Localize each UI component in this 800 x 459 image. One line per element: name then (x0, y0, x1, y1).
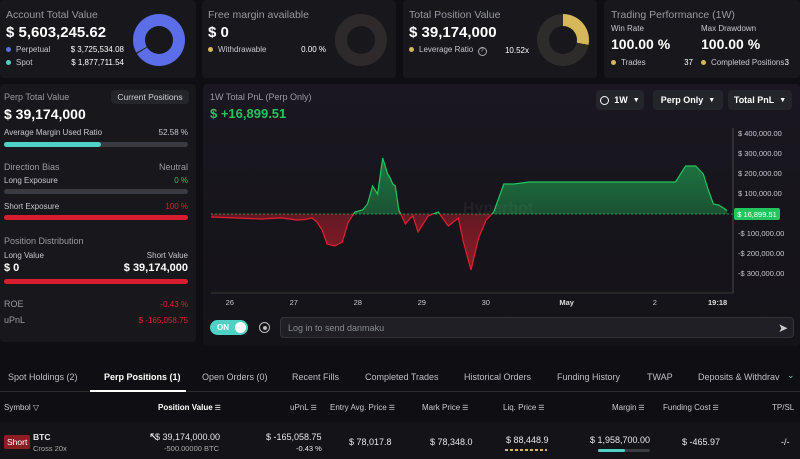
y-tick-label: -$ 300,000.00 (738, 269, 785, 278)
y-tick-label: $ 200,000.00 (738, 169, 782, 178)
sort-icon[interactable]: ☰ (309, 405, 317, 412)
danmaku-input[interactable]: Log in to send danmaku ➤ (280, 317, 794, 338)
sort-icon[interactable]: ☰ (387, 405, 395, 412)
mark-price-cell: $ 78,348.0 (430, 437, 473, 447)
header-label: Symbol (4, 403, 31, 412)
entry-price-cell: $ 78,017.8 (349, 437, 392, 447)
tab-historical-orders[interactable]: Historical Orders (464, 372, 531, 382)
upnl-pct-cell: -0.43 % (296, 444, 322, 453)
funding-cost-cell: $ -465.97 (682, 437, 721, 447)
tab-twap[interactable]: TWAP (647, 372, 673, 382)
position-size-cell: -500.00000 BTC (164, 444, 220, 453)
table-row[interactable]: Short BTC Cross 20x $ 39,174,000.00 -500… (0, 422, 800, 459)
tab-recent-fills[interactable]: Recent Fills (292, 372, 339, 382)
liq-distance-bar (505, 449, 547, 451)
tabs-expand-icon[interactable]: ⌄ (787, 370, 795, 381)
header-label: Liq. Price (503, 403, 537, 412)
margin-ratio-bar (598, 449, 650, 452)
header-label: Funding Cost (663, 403, 711, 412)
header-label: Entry Avg. Price (330, 403, 387, 412)
upnl-cell: $ -165,058.75 (266, 432, 322, 442)
header-label: Mark Price (422, 403, 461, 412)
mouse-cursor-icon: ↖ (149, 431, 159, 443)
side-badge: Short (4, 435, 31, 449)
danmaku-toggle[interactable]: ON (210, 320, 248, 335)
pnl-chart (210, 128, 734, 294)
send-icon[interactable]: ➤ (778, 321, 788, 335)
sort-icon[interactable]: ☰ (536, 405, 544, 412)
danmaku-placeholder: Log in to send danmaku (288, 323, 385, 333)
x-tick-label: 27 (289, 298, 298, 307)
header-mark-price[interactable]: Mark Price ☰ (422, 403, 468, 412)
header-margin[interactable]: Margin ☰ (612, 403, 645, 412)
sort-icon[interactable]: ☰ (636, 405, 644, 412)
x-tick-label: 2 (652, 298, 657, 307)
header-label: TP/SL (772, 403, 795, 412)
y-tick-label: $ 300,000.00 (738, 149, 782, 158)
sort-icon[interactable]: ☰ (213, 405, 221, 412)
sort-icon[interactable]: ☰ (460, 405, 468, 412)
x-tick-label: 30 (481, 298, 490, 307)
toggle-knob (235, 322, 246, 333)
liq-price-cell: $ 88,448.9 (506, 435, 549, 445)
header-entry-avg-price[interactable]: Entry Avg. Price ☰ (330, 403, 395, 412)
x-tick-label: 26 (225, 298, 234, 307)
tab-funding-history[interactable]: Funding History (557, 372, 620, 382)
y-tick-label: -$ 100,000.00 (738, 229, 785, 238)
tab-spot-holdings-2[interactable]: Spot Holdings (2) (8, 372, 78, 382)
symbol-sub: Cross 20x (33, 444, 67, 453)
danmaku-settings-icon[interactable] (259, 322, 270, 333)
tab-completed-trades[interactable]: Completed Trades (365, 372, 439, 382)
pnl-area-negative (211, 214, 727, 270)
toggle-label: ON (217, 323, 229, 332)
position-value-cell: $ 39,174,000.00 (155, 432, 221, 442)
header-label: uPnL (290, 403, 309, 412)
header-upnl[interactable]: uPnL ☰ (290, 403, 317, 412)
header-label: Margin (612, 403, 637, 412)
y-tick-label: -$ 200,000.00 (738, 249, 785, 258)
header-symbol[interactable]: Symbol ▽ (4, 403, 39, 412)
header-label: Position Value (158, 403, 213, 412)
filter-icon[interactable]: ▽ (31, 403, 39, 412)
current-value-tag: $ 16,899.51 (734, 208, 780, 220)
x-tick-label: May (559, 298, 574, 307)
y-tick-label: $ 100,000.00 (738, 189, 782, 198)
header-position-value[interactable]: Position Value ☰ (158, 403, 221, 412)
x-tick-label: 29 (417, 298, 426, 307)
margin-cell: $ 1,958,700.00 (590, 435, 651, 445)
sort-icon[interactable]: ☰ (711, 405, 719, 412)
active-tab-underline (90, 390, 186, 392)
tab-perp-positions-1[interactable]: Perp Positions (1) (104, 372, 181, 382)
tab-deposits-withdrav[interactable]: Deposits & Withdrav (698, 372, 780, 382)
y-tick-label: $ 400,000.00 (738, 129, 782, 138)
header-tp-sl[interactable]: TP/SL (772, 403, 794, 412)
tpsl-cell[interactable]: -/- (781, 437, 790, 447)
x-tick-label: 28 (353, 298, 362, 307)
symbol-cell[interactable]: BTC (33, 432, 50, 442)
header-liq-price[interactable]: Liq. Price ☰ (503, 403, 545, 412)
x-tick-label: 19:18 (708, 298, 728, 307)
tab-open-orders-0[interactable]: Open Orders (0) (202, 372, 268, 382)
header-funding-cost[interactable]: Funding Cost ☰ (663, 403, 719, 412)
